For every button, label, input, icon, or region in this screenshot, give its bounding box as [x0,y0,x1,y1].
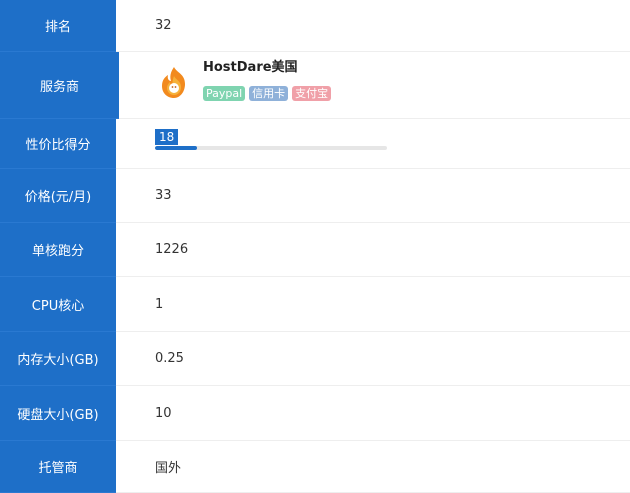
value-single-core: 1226 [116,223,630,277]
label-rank: 排名 [0,0,116,52]
payment-badges: Paypal 信用卡 支付宝 [203,86,332,101]
label-disk: 硬盘大小(GB) [0,386,116,441]
row-provider: 服务商 HostDare美国 Paypal 信用卡 支付宝 [0,52,630,119]
label-price: 价格(元/月) [0,169,116,223]
value-rank: 32 [116,0,630,52]
badge-credit-card: 信用卡 [249,86,289,101]
value-disk: 10 [116,386,630,441]
label-score: 性价比得分 [0,119,116,169]
flame-logo-icon [155,64,193,102]
value-price: 33 [116,169,630,223]
score-cell: 18 [116,119,630,169]
value-memory: 0.25 [116,332,630,386]
label-host: 托管商 [0,441,116,493]
score-display: 18 [155,129,387,150]
row-single-core: 单核跑分 1226 [0,223,630,277]
row-disk: 硬盘大小(GB) 10 [0,386,630,441]
provider-name[interactable]: HostDare美国 [203,59,331,77]
provider-info: HostDare美国 Paypal 信用卡 支付宝 [203,59,332,101]
badge-paypal: Paypal [203,86,246,101]
row-price: 价格(元/月) 33 [0,169,630,223]
score-value: 18 [155,129,179,145]
label-provider: 服务商 [0,52,119,119]
row-cpu: CPU核心 1 [0,277,630,332]
provider-cell: HostDare美国 Paypal 信用卡 支付宝 [119,52,630,119]
score-bar-fill [155,146,197,150]
specs-table: 排名 32 服务商 HostDare美国 Paypal 信用卡 支付宝 性价比得… [0,0,630,493]
value-cpu: 1 [116,277,630,332]
row-rank: 排名 32 [0,0,630,52]
label-cpu: CPU核心 [0,277,116,332]
row-memory: 内存大小(GB) 0.25 [0,332,630,386]
label-memory: 内存大小(GB) [0,332,116,386]
badge-alipay: 支付宝 [292,86,332,101]
value-host: 国外 [116,441,630,493]
row-host: 托管商 国外 [0,441,630,493]
label-single-core: 单核跑分 [0,223,116,277]
score-bar [155,146,387,150]
row-score: 性价比得分 18 [0,119,630,169]
